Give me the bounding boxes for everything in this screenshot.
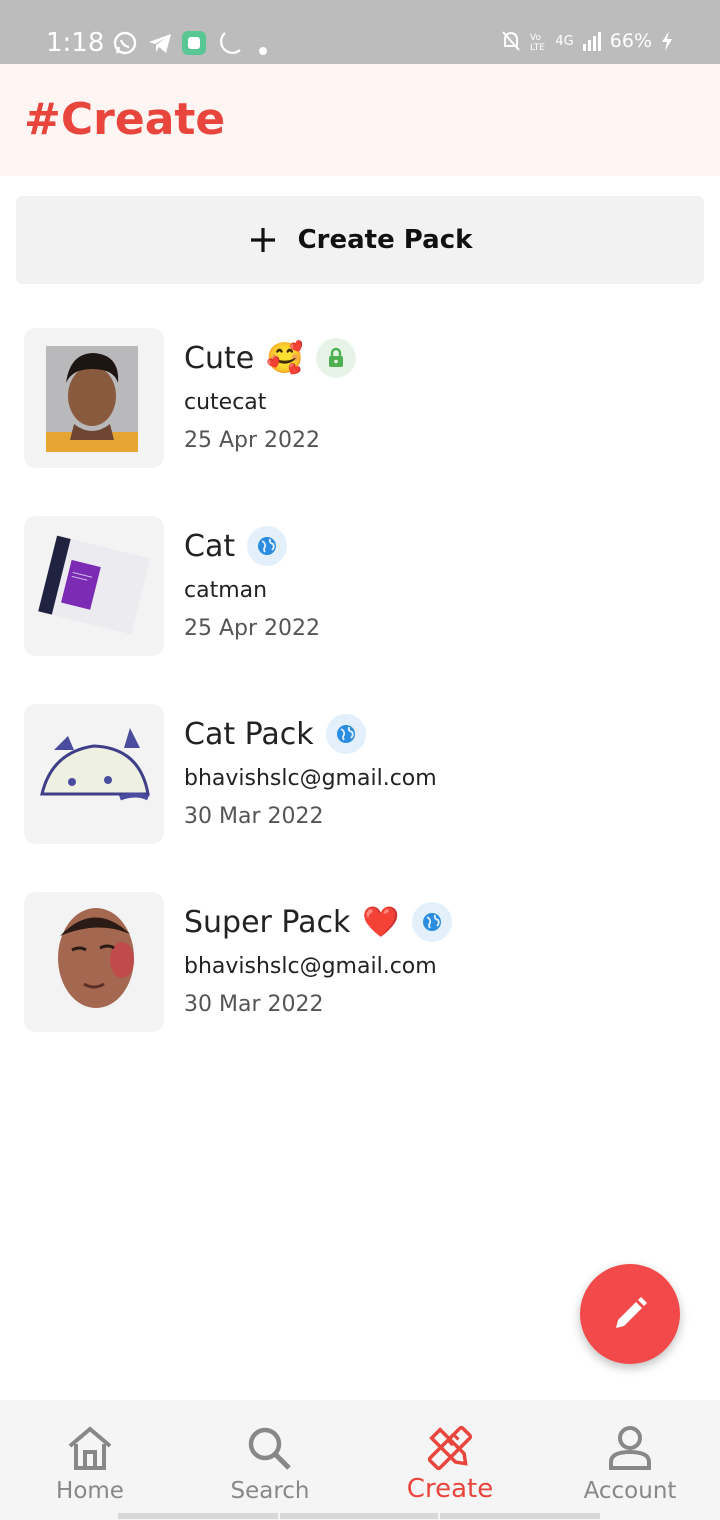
nav-search-label: Search bbox=[230, 1478, 310, 1504]
portrait-image bbox=[46, 346, 138, 452]
gesture-bar bbox=[280, 1513, 438, 1519]
pack-name: Cat Pack bbox=[184, 716, 314, 752]
pack-author: catman bbox=[184, 578, 268, 603]
pack-date: 25 Apr 2022 bbox=[184, 616, 321, 641]
nav-home[interactable]: Home bbox=[0, 1422, 180, 1512]
nav-create[interactable]: Create bbox=[360, 1422, 540, 1512]
pack-name: Cat bbox=[184, 528, 236, 564]
home-icon bbox=[68, 1426, 112, 1470]
pack-name: Cute bbox=[184, 340, 255, 376]
charging-icon bbox=[662, 31, 672, 51]
private-badge bbox=[315, 338, 356, 378]
pack-item[interactable]: Cute 🥰 cutecat 25 Apr 2022 bbox=[24, 328, 696, 468]
pack-title-row: Cat bbox=[184, 526, 288, 566]
plus-icon bbox=[250, 228, 275, 252]
status-bar: 1:18 Vo LTE 4G 66% bbox=[0, 0, 720, 64]
pack-thumbnail bbox=[24, 704, 164, 844]
pencil-icon bbox=[616, 1297, 647, 1328]
bottom-nav: Home Search Create Account bbox=[0, 1400, 720, 1520]
globe-icon bbox=[336, 725, 355, 743]
telegram-icon bbox=[149, 34, 171, 53]
page-title: #Create bbox=[24, 94, 226, 145]
create-pack-label: Create Pack bbox=[297, 225, 473, 255]
nav-create-label: Create bbox=[406, 1474, 494, 1504]
cat-hat-image bbox=[40, 728, 150, 801]
globe-icon bbox=[422, 913, 441, 931]
search-icon bbox=[248, 1427, 291, 1470]
pack-title-row: Super Pack ❤️ bbox=[184, 902, 452, 942]
status-time: 1:18 bbox=[46, 28, 105, 58]
svg-text:Vo: Vo bbox=[530, 33, 541, 43]
edit-fab-button[interactable] bbox=[580, 1264, 680, 1364]
pack-item[interactable]: Super Pack ❤️ bhavishslc@gmail.com 30 Ma… bbox=[24, 892, 696, 1032]
battery-percent: 66% bbox=[609, 30, 652, 52]
app-bar: #Create bbox=[0, 64, 720, 176]
gesture-bar bbox=[118, 1513, 278, 1519]
pack-author: cutecat bbox=[184, 390, 267, 415]
pack-item[interactable]: Cat catman 25 Apr 2022 bbox=[24, 516, 696, 656]
moon-icon bbox=[220, 32, 241, 54]
nav-search[interactable]: Search bbox=[180, 1422, 360, 1512]
public-badge bbox=[411, 902, 452, 942]
signal-icon bbox=[582, 32, 601, 51]
mute-icon bbox=[502, 31, 521, 51]
whatsapp-icon bbox=[113, 31, 137, 55]
app-notification-icon bbox=[182, 31, 206, 55]
gesture-bar bbox=[440, 1513, 600, 1519]
network-label: 4G bbox=[555, 33, 574, 49]
pack-date: 30 Mar 2022 bbox=[184, 992, 324, 1017]
pack-title-row: Cat Pack bbox=[184, 714, 366, 754]
pack-item[interactable]: Cat Pack bhavishslc@gmail.com 30 Mar 202… bbox=[24, 704, 696, 844]
nav-home-label: Home bbox=[56, 1478, 124, 1504]
pack-date: 30 Mar 2022 bbox=[184, 804, 324, 829]
status-right: Vo LTE 4G 66% bbox=[501, 30, 674, 52]
create-tools-icon bbox=[427, 1425, 473, 1471]
nav-account-label: Account bbox=[583, 1478, 677, 1504]
create-pack-button[interactable]: Create Pack bbox=[16, 196, 704, 284]
public-badge bbox=[247, 526, 288, 566]
nav-account[interactable]: Account bbox=[540, 1422, 720, 1512]
pack-thumbnail bbox=[24, 892, 164, 1032]
pack-date: 25 Apr 2022 bbox=[184, 428, 321, 453]
pack-author: bhavishslc@gmail.com bbox=[184, 954, 437, 979]
pack-emoji: 🥰 bbox=[266, 341, 304, 375]
public-badge bbox=[325, 714, 366, 754]
pack-thumbnail bbox=[24, 328, 164, 468]
globe-icon bbox=[258, 537, 277, 555]
svg-text:LTE: LTE bbox=[530, 43, 545, 52]
document-photo-image bbox=[38, 535, 151, 635]
lock-icon bbox=[328, 347, 343, 367]
face-sticker-image bbox=[58, 908, 134, 1008]
pack-thumbnail bbox=[24, 516, 164, 656]
pack-name: Super Pack bbox=[184, 904, 351, 940]
account-icon bbox=[609, 1426, 651, 1470]
dot-icon bbox=[259, 47, 267, 55]
pack-title-row: Cute 🥰 bbox=[184, 338, 356, 378]
volte-icon: VoLTE bbox=[530, 33, 545, 52]
pack-emoji: ❤️ bbox=[362, 905, 400, 939]
pack-author: bhavishslc@gmail.com bbox=[184, 766, 437, 791]
